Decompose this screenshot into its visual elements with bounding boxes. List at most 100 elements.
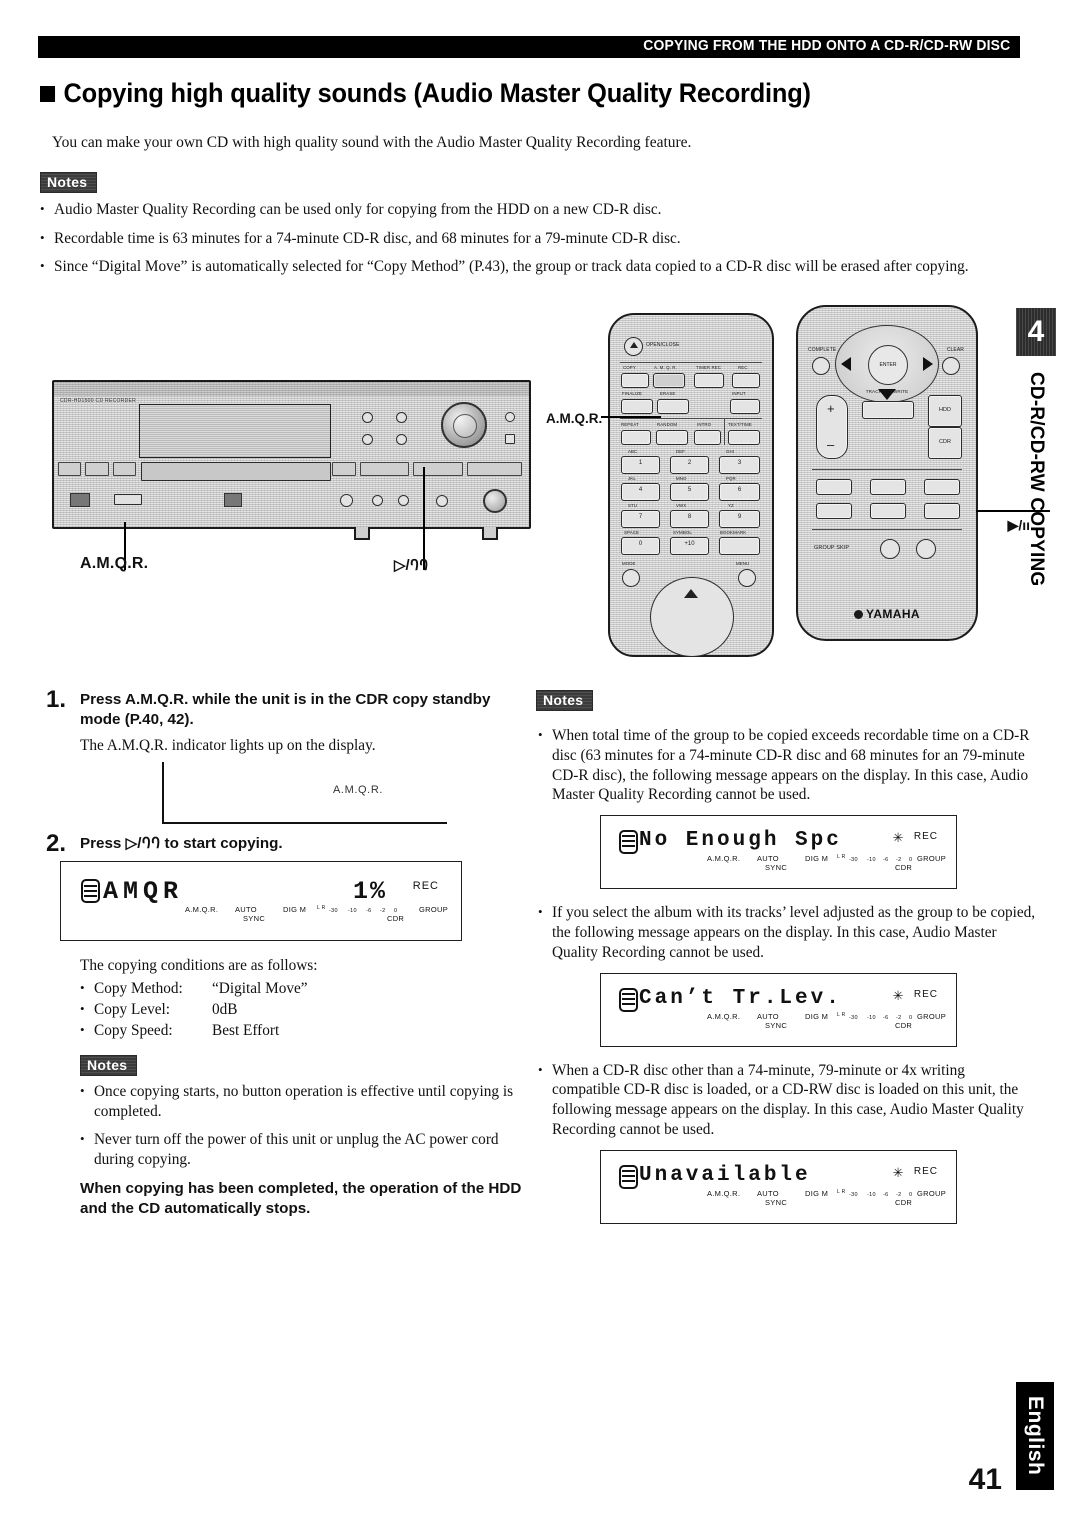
text-time-button[interactable] (728, 430, 760, 445)
complete-button[interactable] (812, 357, 830, 375)
unit-model-text: CDR-HD1500 CD RECORDER (60, 398, 137, 404)
disc-icon (619, 830, 638, 855)
group-skip-next-button[interactable] (916, 539, 936, 559)
keypad-alpha-label: MNO (676, 476, 687, 481)
key-label-copy: COPY (623, 365, 636, 370)
rewind-button[interactable] (816, 503, 852, 519)
menu-button[interactable] (738, 569, 756, 587)
cdr-button[interactable]: CDR (928, 427, 962, 459)
remote-control-right: ENTER COMPLETE CLEAR + – TRACK NO. WRITE… (796, 305, 1050, 641)
keypad-button-9[interactable]: 9 (719, 510, 760, 528)
chapter-number: 4 (1027, 315, 1045, 348)
keypad-button-3[interactable]: 3 (719, 456, 760, 474)
illustration-area: CDR-HD1500 CD RECORDER A.M.Q.R. ▷/ꛁꛁ OPE… (38, 305, 1050, 665)
ind-auto: AUTO (757, 1188, 779, 1198)
indicator-dot (340, 494, 353, 507)
disc-tray (141, 462, 331, 481)
erase-button[interactable] (657, 399, 689, 414)
stop-button[interactable] (870, 479, 906, 495)
copy-conditions-intro: The copying conditions are as follows: (80, 957, 318, 974)
complete-label: COMPLETE (808, 347, 837, 353)
keypad-alpha-label: SPACE (624, 530, 640, 535)
ind-scale-6: -6 (366, 908, 372, 914)
rec-button[interactable] (732, 373, 760, 388)
key-label-repeat: REPEAT (621, 422, 639, 427)
keypad-button-0[interactable]: 0 (621, 537, 660, 555)
ind-amqr: A.M.Q.R. (707, 854, 741, 864)
copy-condition-value: Best Effort (212, 1022, 280, 1039)
title-square-bullet (40, 86, 56, 102)
unit-fl-display (139, 404, 331, 458)
keypad-button-1[interactable]: 1 (621, 456, 660, 474)
lcd-indicator-row: A.M.Q.R. AUTO SYNC DIG M L R -30 -10 -6 … (609, 1187, 948, 1213)
menu-label: MENU (736, 561, 750, 566)
prev-button[interactable] (816, 479, 852, 495)
next-button[interactable] (924, 479, 960, 495)
step-1: 1. Press A.M.Q.R. while the unit is in t… (46, 686, 526, 756)
play-pause-button[interactable] (870, 503, 906, 519)
callout-play-unit: ▷/ꛁꛁ (394, 557, 429, 574)
keypad-button-2[interactable]: 2 (670, 456, 709, 474)
title-text: Copying high quality sounds (Audio Maste… (63, 78, 812, 108)
amqr-button-on-unit[interactable] (114, 494, 142, 505)
mode-label: MODE (622, 561, 636, 566)
keypad-button-7[interactable]: 7 (621, 510, 660, 528)
right-note-3: When a CD-R disc other than a 74-minute,… (536, 1060, 1036, 1140)
keypad-button-plus10[interactable]: +10 (670, 537, 709, 555)
bookmark-button[interactable] (719, 537, 760, 555)
finalize-button[interactable] (621, 399, 653, 414)
tuning-fork-icon (854, 610, 864, 619)
fast-forward-button[interactable] (924, 503, 960, 519)
chapter-number-box: 4 (1016, 308, 1056, 356)
intro-button[interactable] (694, 430, 721, 445)
side-tab: CD-R/CD-RW COPYING (1016, 372, 1056, 642)
key-label-timer-rec: TIMER REC (696, 365, 722, 370)
amqr-button-remote[interactable] (653, 373, 685, 388)
language-tab: English (1016, 1382, 1054, 1490)
ind-group: GROUP (419, 905, 449, 914)
ind-amqr: A.M.Q.R. (707, 1188, 741, 1198)
ind-scale-6: -6 (883, 1191, 889, 1198)
copy-condition-row: Copy Level: 0dB (80, 998, 526, 1020)
jog-dial-knob (441, 402, 487, 448)
mode-button[interactable] (622, 569, 640, 587)
note-item: Never turn off the power of this unit or… (80, 1129, 530, 1169)
ind-sync: SYNC (765, 1197, 788, 1207)
track-no-write-button[interactable] (862, 401, 914, 419)
lcd-unavailable: Unavailable ✳ REC A.M.Q.R. AUTO SYNC DIG… (609, 1154, 948, 1217)
clear-button[interactable] (942, 357, 960, 375)
ind-amqr: A.M.Q.R. (185, 905, 219, 914)
ind-sync: SYNC (765, 863, 788, 873)
keypad-number: 1 (638, 460, 643, 466)
volume-knob (483, 489, 507, 513)
input-button[interactable] (730, 399, 760, 414)
copy-button[interactable] (621, 373, 649, 388)
keypad-alpha-label: DEF (676, 449, 686, 454)
hdd-button[interactable]: HDD (928, 395, 962, 427)
keypad-button-4[interactable]: 4 (621, 483, 660, 501)
group-skip-prev-button[interactable] (880, 539, 900, 559)
keypad-button-5[interactable]: 5 (670, 483, 709, 501)
copy-conditions-block: The copying conditions are as follows: C… (80, 955, 526, 1041)
ind-cdr: CDR (895, 1197, 913, 1207)
ind-amqr: A.M.Q.R. (707, 1011, 741, 1021)
keypad-button-8[interactable]: 8 (670, 510, 709, 528)
rec-blink-icon: ✳ (892, 829, 904, 849)
keypad-alpha-label: VWX (676, 503, 687, 508)
note-item: Since “Digital Move” is automatically se… (40, 256, 1025, 277)
lcd-main-text: Unavailable (639, 1163, 811, 1187)
repeat-button[interactable] (621, 430, 651, 445)
lcd-indicator-row: A.M.Q.R. AUTO SYNC DIG M L R -30 -10 -6 … (67, 903, 453, 929)
step-2-number: 2. (46, 829, 67, 857)
lcd-rec-indicator: REC (913, 831, 938, 843)
step-1-heading: Press A.M.Q.R. while the unit is in the … (80, 691, 491, 728)
keypad-number: 4 (638, 487, 643, 493)
enter-button[interactable]: ENTER (868, 345, 908, 385)
disc-icon (619, 1164, 638, 1189)
timer-rec-button[interactable] (694, 373, 724, 388)
ind-auto: AUTO (757, 854, 779, 864)
random-button[interactable] (656, 430, 688, 445)
keypad-button-6[interactable]: 6 (719, 483, 760, 501)
left-notes-block: Notes Once copying starts, no button ope… (80, 1055, 530, 1169)
keypad-alpha-label: ABC (628, 449, 638, 454)
